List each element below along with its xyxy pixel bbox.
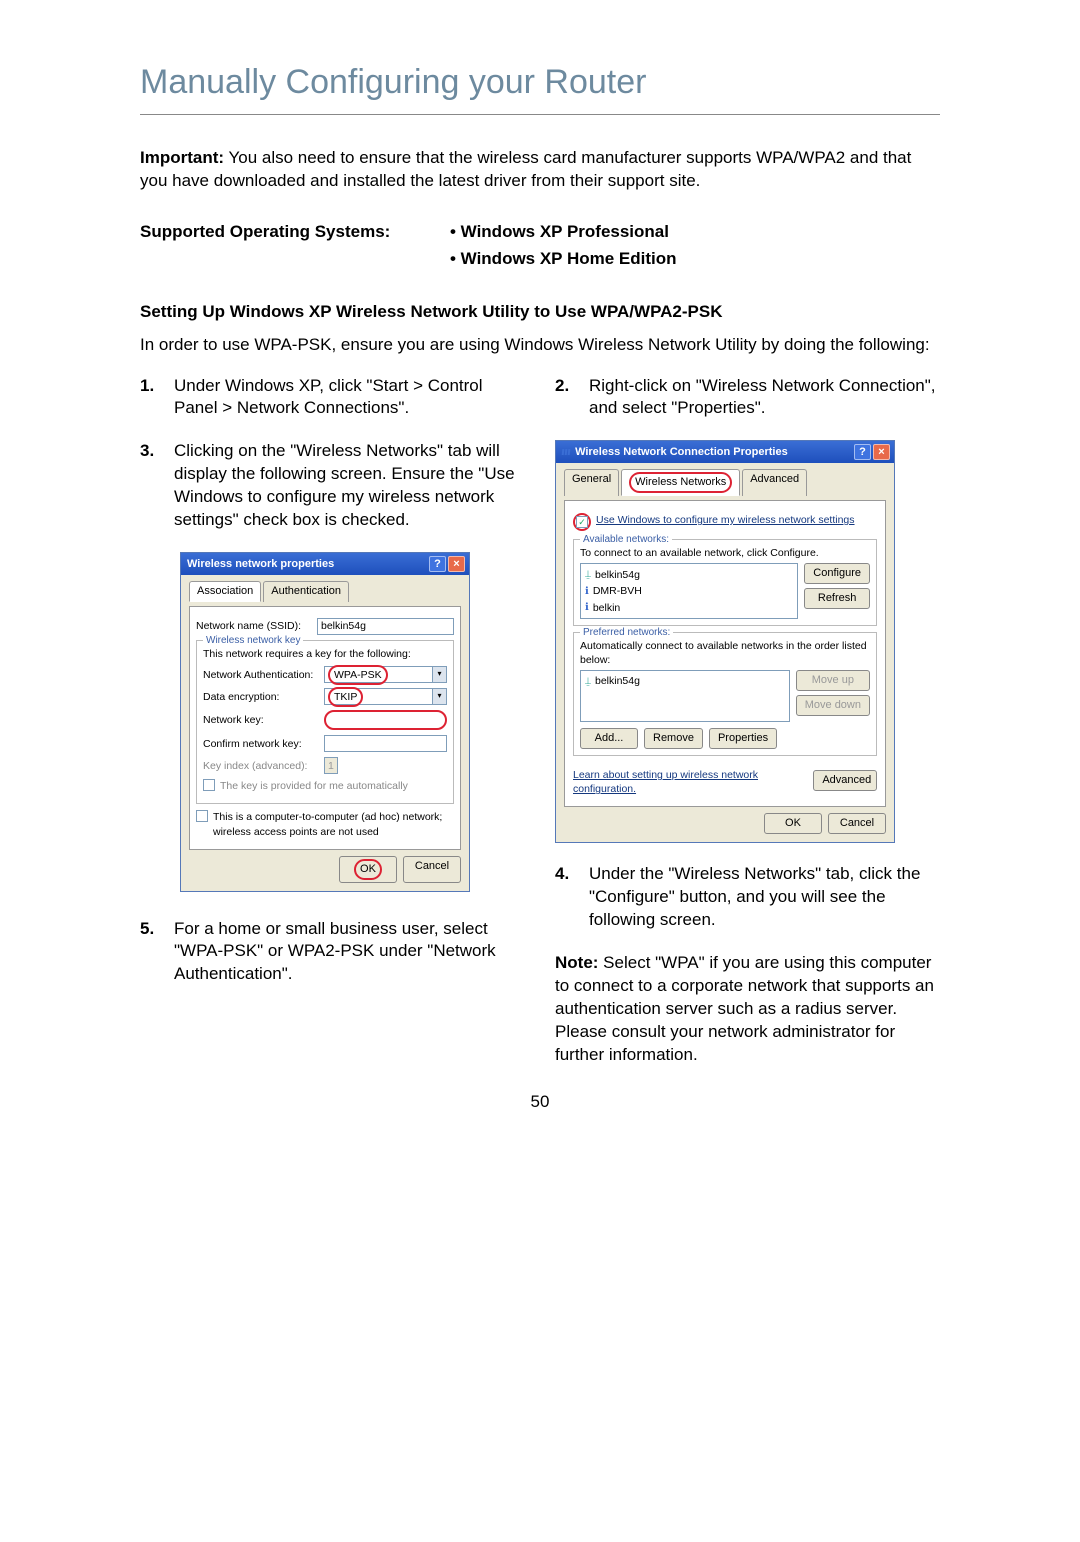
confirm-key-label: Confirm network key: [203, 737, 318, 751]
list-item: belkin54g [583, 673, 787, 690]
ssid-input[interactable]: belkin54g [317, 618, 454, 635]
help-icon[interactable]: ? [429, 556, 446, 572]
key-index-stepper: 1 [324, 757, 338, 774]
important-paragraph: Important: You also need to ensure that … [140, 147, 940, 193]
close-icon[interactable]: × [448, 556, 465, 572]
use-windows-checkbox[interactable]: ✓ [576, 516, 588, 528]
adhoc-checkbox[interactable] [196, 810, 208, 822]
important-text: You also need to ensure that the wireles… [140, 148, 911, 190]
properties-button[interactable]: Properties [709, 728, 777, 749]
step-number-4: 4. [555, 863, 589, 886]
use-windows-label: Use Windows to configure my wireless net… [596, 513, 855, 527]
help-icon[interactable]: ? [854, 444, 871, 460]
supported-os-item-1: • Windows XP Professional [450, 221, 677, 244]
tab-advanced[interactable]: Advanced [742, 469, 807, 496]
auth-label: Network Authentication: [203, 668, 318, 682]
close-icon[interactable]: × [873, 444, 890, 460]
page-number: 50 [140, 1091, 940, 1114]
list-item: belkin [583, 599, 795, 616]
dialog-connection-properties: Wireless Network Connection Properties ?… [555, 440, 895, 843]
cancel-button[interactable]: Cancel [828, 813, 886, 834]
key-requirement-text: This network requires a key for the foll… [203, 647, 447, 661]
step-2-text: Right-click on "Wireless Network Connect… [589, 375, 940, 421]
available-networks-hint: To connect to an available network, clic… [580, 546, 870, 560]
wifi-icon [585, 674, 591, 689]
encryption-dropdown[interactable]: TKIP ▾ [324, 688, 447, 705]
preferred-networks-legend: Preferred networks: [580, 626, 673, 640]
cancel-button[interactable]: Cancel [403, 856, 461, 883]
list-item: belkin54g [583, 566, 795, 583]
available-networks-list[interactable]: belkin54g DMR-BVH belkin [580, 563, 798, 619]
auth-value-highlight: WPA-PSK [328, 665, 388, 685]
auto-key-checkbox [203, 779, 215, 791]
note-text: Select "WPA" if you are using this compu… [555, 953, 934, 1064]
encryption-label: Data encryption: [203, 690, 318, 704]
ok-button[interactable]: OK [339, 856, 397, 883]
tab-wireless-networks[interactable]: Wireless Networks [621, 469, 740, 496]
note-label: Note: [555, 953, 598, 972]
tab-general[interactable]: General [564, 469, 619, 496]
movedown-button: Move down [796, 695, 870, 716]
step-1-text: Under Windows XP, click "Start > Control… [174, 375, 525, 421]
important-label: Important: [140, 148, 224, 167]
chevron-down-icon[interactable]: ▾ [432, 667, 446, 682]
auto-key-label: The key is provided for me automatically [220, 779, 408, 793]
preferred-networks-list[interactable]: belkin54g [580, 670, 790, 722]
step-4-text: Under the "Wireless Networks" tab, click… [589, 863, 940, 932]
wireless-key-legend: Wireless network key [203, 634, 303, 648]
info-icon [585, 600, 589, 615]
wireless-icon [562, 449, 572, 455]
dialog1-title: Wireless network properties [187, 557, 334, 572]
supported-os-item-2: • Windows XP Home Edition [450, 248, 677, 271]
ssid-label: Network name (SSID): [196, 619, 311, 633]
refresh-button[interactable]: Refresh [804, 588, 870, 609]
list-item: DMR-BVH [583, 583, 795, 600]
moveup-button: Move up [796, 670, 870, 691]
dialog2-title: Wireless Network Connection Properties [575, 446, 788, 458]
add-button[interactable]: Add... [580, 728, 638, 749]
step-3-text: Clicking on the "Wireless Networks" tab … [174, 440, 525, 532]
chevron-down-icon[interactable]: ▾ [432, 689, 446, 704]
section-subhead: Setting Up Windows XP Wireless Network U… [140, 301, 940, 324]
tab-authentication[interactable]: Authentication [263, 581, 349, 602]
tab-highlight: Wireless Networks [629, 472, 732, 493]
adhoc-label: This is a computer-to-computer (ad hoc) … [213, 810, 454, 838]
learn-link[interactable]: Learn about setting up wireless network … [573, 769, 758, 795]
supported-os-label: Supported Operating Systems: [140, 221, 450, 275]
section-intro: In order to use WPA-PSK, ensure you are … [140, 334, 940, 357]
available-networks-legend: Available networks: [580, 533, 672, 547]
step-number-2: 2. [555, 375, 589, 398]
note-paragraph: Note: Select "WPA" if you are using this… [555, 952, 940, 1067]
key-index-label: Key index (advanced): [203, 759, 318, 773]
preferred-networks-hint: Automatically connect to available netwo… [580, 639, 870, 667]
page-title: Manually Configuring your Router [140, 60, 940, 115]
dialog-wireless-properties: Wireless network properties ? × Associat… [180, 552, 470, 891]
network-key-input[interactable] [324, 710, 447, 730]
remove-button[interactable]: Remove [644, 728, 703, 749]
advanced-button[interactable]: Advanced [813, 770, 877, 791]
ok-label: OK [354, 859, 382, 880]
network-key-label: Network key: [203, 713, 318, 727]
wifi-icon [585, 567, 591, 582]
step-number-3: 3. [140, 440, 174, 463]
auth-dropdown[interactable]: WPA-PSK ▾ [324, 666, 447, 683]
step-number-5: 5. [140, 918, 174, 941]
step-number-1: 1. [140, 375, 174, 398]
encryption-value-highlight: TKIP [328, 687, 363, 707]
configure-button[interactable]: Configure [804, 563, 870, 584]
confirm-key-input[interactable] [324, 735, 447, 752]
tab-association[interactable]: Association [189, 581, 261, 602]
ok-button[interactable]: OK [764, 813, 822, 834]
info-icon [585, 584, 589, 599]
step-5-text: For a home or small business user, selec… [174, 918, 525, 987]
